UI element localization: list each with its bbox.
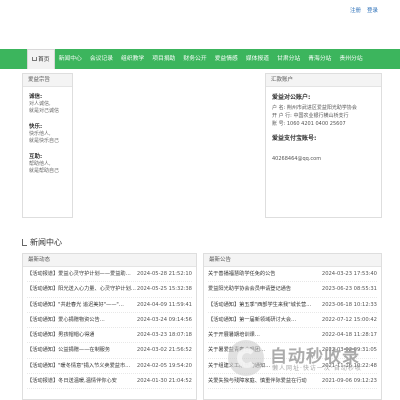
news-row-title[interactable]: 【活动通知】阳光送入心力量、心灵守护计划…: [27, 282, 136, 296]
nav-item-7[interactable]: 媒体报道: [242, 49, 273, 69]
motto-line: 就是快乐自己: [29, 138, 60, 144]
news-row-date: 2024-04-09 11:59:41: [136, 301, 192, 308]
nav-item-10[interactable]: 贵州分站: [335, 49, 366, 69]
latest-news-box: 最新动态 【活动报道】爱益心灵守护计划——爱益助… 2024-05-28 21:5…: [22, 253, 197, 400]
nav-item-9[interactable]: 青海分站: [304, 49, 335, 69]
watermark-logo-icon: [228, 340, 264, 376]
news-row[interactable]: 爱益阳光助学协会会员申请登记通告 2023-06-23 08:55:31: [208, 282, 377, 298]
news-row-date: 2024-03-02 21:56:52: [136, 347, 192, 354]
news-row-title[interactable]: 【活动报道】爱益心灵守护计划——爱益助…: [27, 267, 131, 281]
motto-line: 对人诚信,: [29, 101, 51, 107]
motto-group: 诚信: 对人诚信, 就是对己诚信: [29, 92, 66, 115]
motto-heading: 爱益宗旨: [23, 74, 72, 87]
news-row[interactable]: 【活动通知】爱心捐赠物资公告… 2024-03-24 09:14:56: [27, 313, 192, 329]
motto-group: 互助: 帮助他人, 就是帮助自己: [29, 152, 66, 175]
register-link[interactable]: 注册: [350, 6, 361, 14]
news-row-title[interactable]: 【活动通知】男孩帽帽心得通: [27, 328, 94, 342]
nav-item-label: 首页: [38, 57, 50, 63]
nav-item-1[interactable]: 新闻中心: [55, 49, 86, 69]
nav-item-5[interactable]: 财务公开: [179, 49, 210, 69]
news-row-date: 2024-03-23 17:53:40: [321, 271, 377, 277]
account-line: 户 名: 荆州市武进区爱益阳光助学协会: [272, 105, 357, 111]
news-row-date: 2024-05-28 21:52:10: [136, 271, 192, 277]
announcements-heading: 最新公告: [204, 254, 381, 267]
alipay-title: 爱益支付宝账号:: [272, 135, 317, 142]
motto-title: 快乐:: [29, 124, 43, 130]
nav-item-8[interactable]: 甘肃分站: [273, 49, 304, 69]
news-row[interactable]: 【活动通知】第五季"西部学生来我"城长营… 2023-06-18 10:12:33: [208, 298, 377, 313]
news-row-date: 2023-06-18 10:12:33: [321, 301, 377, 308]
news-row-date: 2024-03-23 18:07:18: [136, 332, 192, 339]
news-row-date: 2023-06-23 08:55:31: [321, 286, 377, 293]
motto-line: 帮助他人,: [29, 161, 51, 167]
account-title: 爱益对公账户:: [272, 94, 311, 101]
news-row[interactable]: 【活动通知】"共赴春光 追迟美好"——"… 2024-04-09 11:59:41: [27, 298, 192, 313]
login-link[interactable]: 登录: [367, 6, 378, 14]
motto-group: 快乐: 快乐他人, 就是快乐自己: [29, 122, 66, 145]
nav-item-label: 爱益情感: [214, 56, 238, 62]
motto-title: 诚信:: [29, 94, 43, 100]
motto-title: 互助:: [29, 154, 43, 160]
news-row-date: 2024-03-24 09:14:56: [136, 316, 192, 323]
news-row[interactable]: 【活动报道】冬日送温暖,温情伴你心安 2024-01-30 21:04:52: [27, 374, 192, 390]
home-icon: [32, 57, 37, 61]
news-row-date: 2024-05-25 15:32:38: [136, 286, 192, 293]
news-row[interactable]: 【活动通知】第一届新领域研讨大会… 2022-07-12 15:00:42: [208, 313, 377, 329]
nav-item-label: 财务公开: [183, 56, 207, 62]
news-row-title[interactable]: 关于善播福慧助学任免的公告: [208, 267, 275, 281]
nav-item-label: 组织教学: [121, 56, 145, 62]
section-marker-icon: [22, 239, 27, 246]
news-row-date: 2024-01-30 21:04:52: [136, 378, 192, 385]
news-section-title: 新闻中心: [22, 237, 62, 248]
motto-line: 就是帮助自己: [29, 168, 60, 174]
latest-news-heading: 最新动态: [23, 254, 196, 267]
nav-item-4[interactable]: 项目捐助: [148, 49, 179, 69]
watermark: 自动秒收录 懒人网址·快访一次·自动秒收: [228, 338, 388, 378]
nav-item-label: 会议记录: [89, 56, 114, 62]
nav-item-label: 甘肃分站: [277, 56, 301, 62]
nav-item-label: 青海分站: [308, 56, 332, 62]
nav-item-0[interactable]: 首页: [27, 49, 55, 69]
news-row[interactable]: 【活动报道】爱益心灵守护计划——爱益助… 2024-05-28 21:52:10: [27, 267, 192, 283]
news-row[interactable]: 【活动通知】"暖冬情意"捐入节义卖爱益市… 2024-02-05 19:54:20: [27, 359, 192, 375]
news-row-title[interactable]: 爱益阳光助学协会会员申请登记通告: [208, 282, 291, 296]
news-row-title[interactable]: 【活动通知】第五季"西部学生来我"城长营…: [208, 298, 311, 312]
news-section-label: 新闻中心: [30, 238, 62, 247]
nav-item-label: 媒体报道: [245, 56, 270, 62]
news-row[interactable]: 【活动通知】阳光送入心力量、心灵守护计划… 2024-05-25 15:32:38: [27, 282, 192, 298]
news-row-date: 2022-07-12 15:00:42: [321, 316, 377, 323]
nav-item-label: 项目捐助: [152, 56, 176, 62]
news-row-title[interactable]: 【活动通知】公益捐赠——在制服务: [27, 343, 110, 357]
news-row-title[interactable]: 【活动通知】第一届新领域研讨大会…: [208, 313, 296, 327]
nav-item-6[interactable]: 爱益情感: [211, 49, 242, 69]
news-row[interactable]: 关于善播福慧助学任免的公告 2024-03-23 17:53:40: [208, 267, 377, 283]
nav-item-label: 新闻中心: [58, 56, 82, 62]
watermark-subtext: 懒人网址·快访一次·自动秒收: [272, 365, 362, 372]
nav-item-3[interactable]: 组织教学: [117, 49, 148, 69]
motto-box: 爱益宗旨 诚信: 对人诚信, 就是对己诚信 快乐: 快乐他人, 就是快乐自己 互助: 帮助他人…: [22, 73, 73, 218]
nav-item-label: 贵州分站: [339, 56, 363, 62]
news-row-title[interactable]: 【活动通知】"暖冬情意"捐入节义卖爱益市…: [27, 359, 130, 373]
motto-line: 快乐他人,: [29, 131, 51, 137]
news-row-title[interactable]: 【活动通知】爱心捐赠物资公告…: [27, 313, 105, 327]
news-row[interactable]: 【活动通知】男孩帽帽心得通 2024-03-23 18:07:18: [27, 328, 192, 344]
account-heading: 汇款账户: [266, 74, 381, 87]
main-nav: 首页 新闻中心 会议记录 组织教学 项目捐助 财务公开 爱益情感 媒体报道 甘肃分站 青海分站 贵州…: [0, 49, 400, 69]
motto-line: 就是对己诚信: [29, 108, 60, 114]
account-line: 账 号: 1060 4201 0400 25607: [272, 121, 346, 127]
news-row-title[interactable]: 【活动通知】"共赴春光 追迟美好"——"…: [27, 298, 124, 312]
account-box: 汇款账户 爱益对公账户: 户 名: 荆州市武进区爱益阳光助学协会开 户 行: 中…: [265, 73, 382, 218]
top-links: 注册 登录: [350, 6, 378, 14]
news-row-title[interactable]: 【活动报道】冬日送温暖,温情伴你心安: [27, 374, 117, 388]
account-line: 开 户 行: 中国农业银行横山桥支行: [272, 113, 349, 119]
news-row[interactable]: 【活动通知】公益捐赠——在制服务 2024-03-02 21:56:52: [27, 343, 192, 359]
news-row-date: 2024-02-05 19:54:20: [136, 362, 192, 369]
alipay-account: 40268464@qq.com: [272, 156, 322, 162]
nav-item-2[interactable]: 会议记录: [86, 49, 117, 69]
